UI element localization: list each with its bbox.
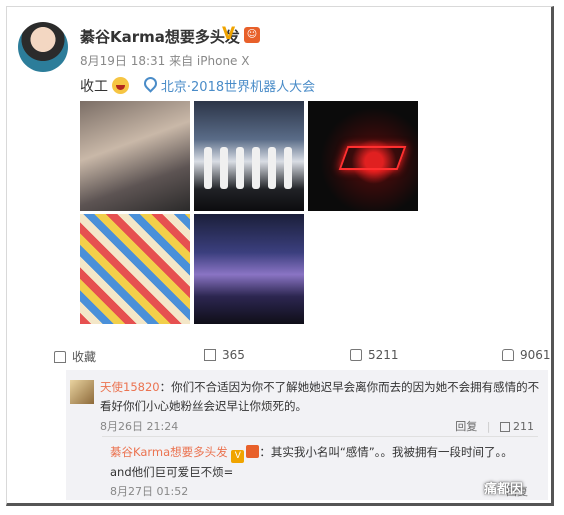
post-text: 收工 bbox=[80, 79, 108, 95]
verified-icon: V bbox=[231, 450, 245, 463]
watermark: 痛都因 bbox=[484, 482, 524, 497]
comment-reply-button[interactable]: 回复 bbox=[455, 420, 477, 433]
reply-text: 綦谷Karma想要多头发 V ：其实我小名叫“感情”。。我被拥有一段时间了。。an… bbox=[110, 443, 530, 482]
comment-date: 8月26日 21:24 bbox=[100, 420, 179, 433]
reply-item: 綦谷Karma想要多头发 V ：其实我小名叫“感情”。。我被拥有一段时间了。。an… bbox=[102, 436, 538, 501]
favorite-button[interactable]: 收藏 bbox=[54, 348, 96, 365]
photo-2[interactable] bbox=[194, 101, 304, 211]
photo-figure bbox=[204, 147, 212, 189]
author-avatar[interactable] bbox=[18, 22, 68, 72]
comment-body: ：你们不合适因为你不了解她她迟早会离你而去的因为她不会拥有感情的不看好你们小心她… bbox=[100, 380, 540, 413]
repost-count: 365 bbox=[222, 348, 245, 362]
divider: | bbox=[486, 420, 491, 433]
photo-4[interactable] bbox=[80, 214, 190, 324]
comment-like-count: 211 bbox=[513, 420, 534, 433]
photo-figure bbox=[268, 147, 276, 189]
post-content: 收工 北京·2018世界机器人大会 bbox=[80, 74, 316, 96]
favorite-icon bbox=[54, 351, 66, 363]
photo-1[interactable] bbox=[80, 101, 190, 211]
photo-figure bbox=[220, 147, 228, 189]
verified-icon: V bbox=[222, 24, 236, 44]
neon-logo bbox=[338, 146, 407, 170]
laugh-emoji-icon bbox=[112, 77, 130, 94]
comment-like-button[interactable]: 211 bbox=[500, 420, 534, 433]
commenter-avatar[interactable] bbox=[70, 380, 94, 404]
comment-icon bbox=[350, 349, 362, 361]
like-button[interactable]: 9061 bbox=[502, 348, 551, 362]
favorite-label: 收藏 bbox=[72, 350, 97, 364]
comments-section: 天使15820：你们不合适因为你不了解她她迟早会离你而去的因为她不会拥有感情的不… bbox=[66, 370, 548, 500]
like-count: 9061 bbox=[520, 348, 551, 362]
photo-figure bbox=[236, 147, 244, 189]
photo-5[interactable] bbox=[194, 214, 304, 324]
photo-figure bbox=[252, 147, 260, 189]
location-link[interactable]: 北京·2018世界机器人大会 bbox=[141, 74, 316, 95]
location-text: 北京·2018世界机器人大会 bbox=[160, 80, 316, 95]
reply-author-name[interactable]: 綦谷Karma想要多头发 bbox=[110, 445, 228, 459]
author-name[interactable]: 綦谷Karma想要多头发 bbox=[80, 26, 240, 47]
repost-button[interactable]: 365 bbox=[204, 348, 245, 362]
location-pin-icon bbox=[141, 74, 160, 93]
comment-text: 天使15820：你们不合适因为你不了解她她迟早会离你而去的因为她不会拥有感情的不… bbox=[100, 378, 540, 416]
post-action-bar: 收藏 365 5211 9061 bbox=[6, 340, 554, 370]
member-badge-icon bbox=[246, 445, 260, 458]
commenter-name[interactable]: 天使15820 bbox=[100, 380, 160, 394]
post-meta: 8月19日 18:31 来自 iPhone X bbox=[80, 54, 250, 68]
comment-button[interactable]: 5211 bbox=[350, 348, 399, 362]
member-badge-icon: ☺ bbox=[244, 27, 260, 43]
photo-figure bbox=[284, 147, 292, 189]
photo-3[interactable] bbox=[308, 101, 418, 211]
repost-icon bbox=[204, 349, 216, 361]
comment-actions: 回复 | 211 bbox=[455, 418, 534, 434]
thumbs-up-icon bbox=[500, 422, 510, 432]
thumbs-up-icon bbox=[502, 349, 514, 361]
reply-date: 8月27日 01:52 bbox=[110, 485, 189, 498]
comment-count: 5211 bbox=[368, 348, 399, 362]
